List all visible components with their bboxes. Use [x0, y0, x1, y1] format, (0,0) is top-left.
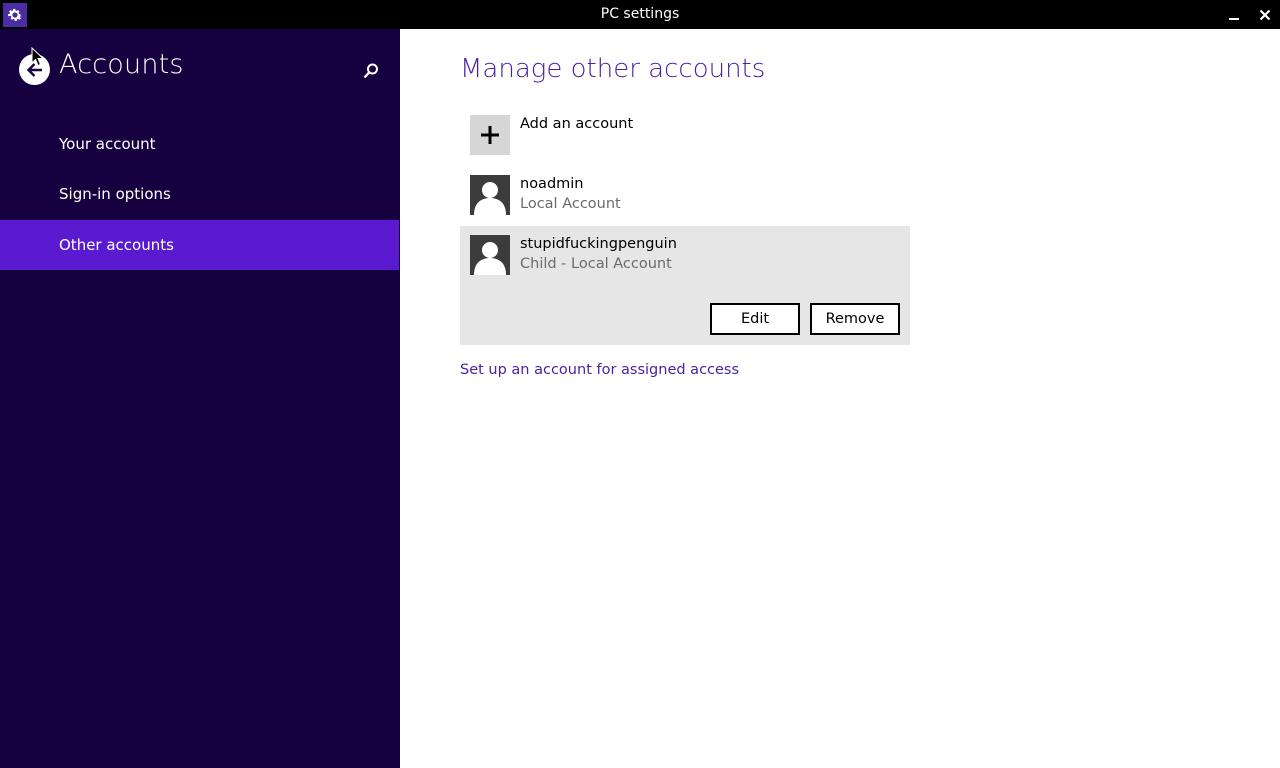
- sidebar: Accounts Your account Sign-in options Ot…: [0, 29, 400, 768]
- sidebar-item-sign-in-options[interactable]: Sign-in options: [0, 169, 399, 219]
- page-title: Manage other accounts: [460, 54, 766, 84]
- sidebar-item-label: Other accounts: [59, 236, 174, 254]
- user-avatar-icon: [470, 235, 510, 275]
- sidebar-item-other-accounts[interactable]: Other accounts: [0, 220, 399, 270]
- search-button[interactable]: [360, 60, 382, 82]
- minimize-button[interactable]: [1219, 0, 1249, 29]
- title-bar: PC settings: [0, 0, 1280, 29]
- minimize-icon: [1229, 17, 1239, 20]
- edit-button[interactable]: Edit: [710, 303, 800, 335]
- plus-icon[interactable]: [470, 115, 510, 155]
- close-button[interactable]: [1250, 0, 1280, 29]
- account-name: noadmin: [520, 176, 584, 192]
- account-type: Child - Local Account: [520, 256, 672, 272]
- close-icon: [1259, 9, 1271, 20]
- window-title: PC settings: [600, 6, 680, 22]
- add-account-label[interactable]: Add an account: [520, 116, 633, 132]
- sidebar-item-label: Sign-in options: [59, 185, 171, 203]
- user-avatar-icon: [470, 175, 510, 215]
- search-icon: [363, 63, 378, 79]
- assigned-access-link[interactable]: Set up an account for assigned access: [460, 362, 739, 378]
- remove-button[interactable]: Remove: [810, 303, 900, 335]
- sidebar-title: Accounts: [59, 49, 184, 80]
- sidebar-item-your-account[interactable]: Your account: [0, 119, 399, 169]
- account-type: Local Account: [520, 196, 621, 212]
- account-name: stupidfuckingpenguin: [520, 236, 677, 252]
- mouse-pointer-icon: [31, 47, 45, 67]
- sidebar-item-label: Your account: [59, 135, 156, 153]
